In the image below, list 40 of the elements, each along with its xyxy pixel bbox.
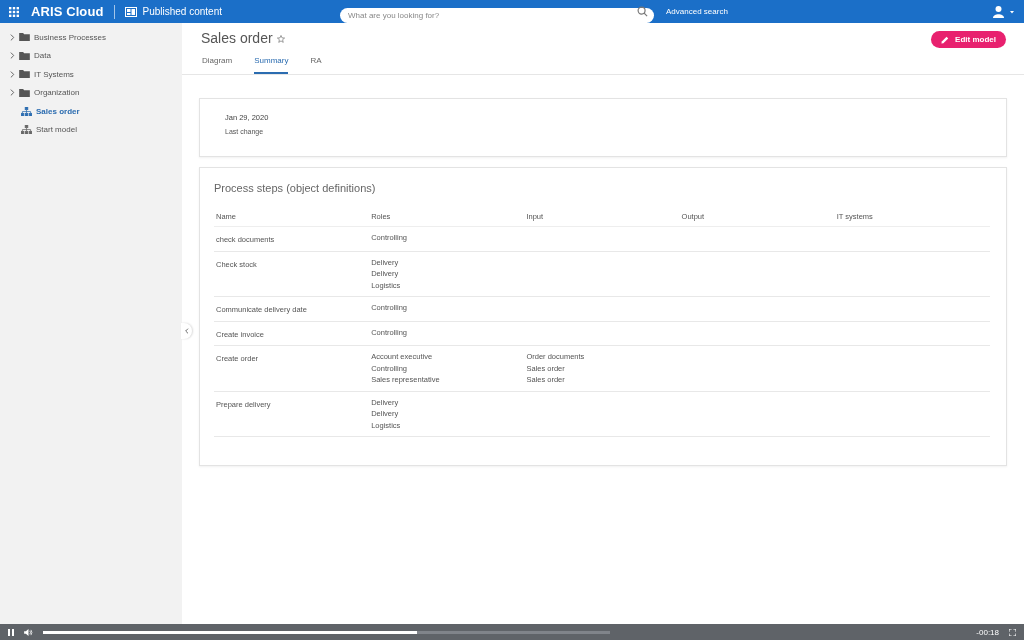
app-name: ARIS Cloud [31,4,104,19]
search-field[interactable]: What are you looking for? [340,8,654,23]
pause-icon[interactable] [8,628,14,636]
app-grid-icon[interactable] [9,6,19,17]
folder-icon [19,33,30,42]
published-content-icon [124,6,137,17]
pencil-icon [941,35,950,44]
tree-item[interactable]: Business Processes [0,28,182,47]
tree-item[interactable]: IT Systems [0,65,182,84]
advanced-search-link[interactable]: Advanced search [666,7,728,16]
folder-icon [19,70,30,79]
chevron-right-icon[interactable] [10,52,15,60]
chevron-right-icon[interactable] [10,89,15,97]
tree-item[interactable]: Organization [0,83,182,102]
model-tree-icon [21,106,32,116]
chevron-left-icon[interactable] [184,328,189,334]
section-title: Published content [142,6,222,17]
collapse-sidebar-button[interactable] [181,323,192,339]
volume-icon[interactable] [24,628,33,636]
tree-item[interactable]: Data [0,46,182,65]
model-title: Sales order [201,30,273,46]
time-remaining: -00:18 [976,627,999,637]
progress-track[interactable] [43,630,610,634]
progress-fill[interactable] [43,630,418,634]
folder-icon [19,88,30,97]
edit-model-button[interactable]: Edit model [931,31,1006,48]
search-icon[interactable] [637,6,648,17]
tree-item[interactable]: Start model [0,120,182,139]
tab[interactable]: Summary [254,52,289,74]
fullscreen-icon[interactable] [1009,628,1016,636]
chevron-right-icon[interactable] [10,33,15,41]
star-icon[interactable] [276,35,285,43]
tree-item[interactable]: Sales order [0,102,182,121]
chevron-right-icon[interactable] [10,70,15,78]
card-title: Process steps (object definitions) [214,182,377,194]
user-menu-icon[interactable] [993,5,1015,18]
model-tree-icon [21,125,32,135]
folder-icon [19,51,30,60]
tab[interactable]: RA [310,52,322,74]
tab[interactable]: Diagram [202,52,233,74]
